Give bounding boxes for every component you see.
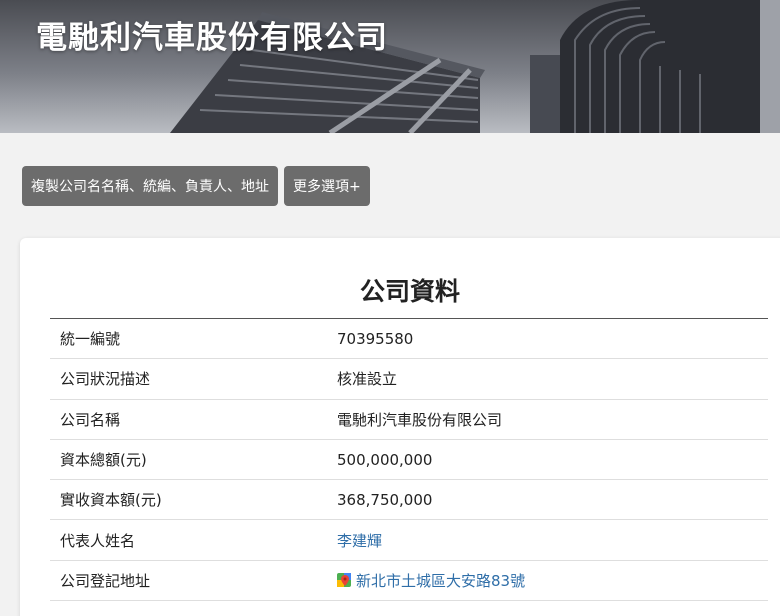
row-label: 代表人姓名 xyxy=(60,531,136,550)
row-label: 公司名稱 xyxy=(60,410,121,429)
table-row: 統一編號 70395580 xyxy=(50,319,768,360)
row-label: 實收資本額(元) xyxy=(60,491,162,510)
representative-link[interactable]: 李建輝 xyxy=(337,530,382,551)
card-title: 公司資料 xyxy=(359,277,460,306)
table-row: 資本總額(元) 500,000,000 xyxy=(50,440,768,481)
header-banner: 電馳利汽車股份有限公司 xyxy=(0,0,780,133)
row-value: 368,750,000 xyxy=(337,490,433,509)
company-title: 電馳利汽車股份有限公司 xyxy=(36,20,388,56)
company-address-link[interactable]: 新北市土城區大安路83號 xyxy=(356,570,525,591)
table-row: 公司狀況描述 核准設立 xyxy=(50,359,768,400)
google-maps-pin-icon[interactable] xyxy=(337,572,351,588)
row-label: 公司狀況描述 xyxy=(60,370,151,389)
table-row: 公司登記地址 新北市土城區大安路83號 xyxy=(50,561,768,602)
row-value: 核准設立 xyxy=(337,370,398,389)
table-row: 公司名稱 電馳利汽車股份有限公司 xyxy=(50,400,768,440)
more-options-button[interactable]: 更多選項+ xyxy=(284,166,370,206)
row-value: 電馳利汽車股份有限公司 xyxy=(337,410,503,429)
row-value: 70395580 xyxy=(337,329,414,348)
row-label: 統一編號 xyxy=(60,330,121,349)
copy-company-info-button[interactable]: 複製公司名名稱、統編、負責人、地址 xyxy=(22,166,278,206)
row-label: 公司登記地址 xyxy=(60,571,151,590)
company-info-card: 公司資料 統一編號 70395580 公司狀況描述 核准設立 公司名稱 電馳利汽… xyxy=(20,238,780,616)
company-info-table: 統一編號 70395580 公司狀況描述 核准設立 公司名稱 電馳利汽車股份有限… xyxy=(50,319,768,602)
table-row: 實收資本額(元) 368,750,000 xyxy=(50,480,768,521)
row-value: 李建輝 xyxy=(337,530,768,551)
toolbar: 複製公司名名稱、統編、負責人、地址 更多選項+ xyxy=(22,166,370,206)
table-row: 代表人姓名 李建輝 xyxy=(50,520,768,561)
row-label: 資本總額(元) xyxy=(60,451,147,470)
row-value: 500,000,000 xyxy=(337,450,433,469)
row-value: 新北市土城區大安路83號 xyxy=(337,570,768,591)
